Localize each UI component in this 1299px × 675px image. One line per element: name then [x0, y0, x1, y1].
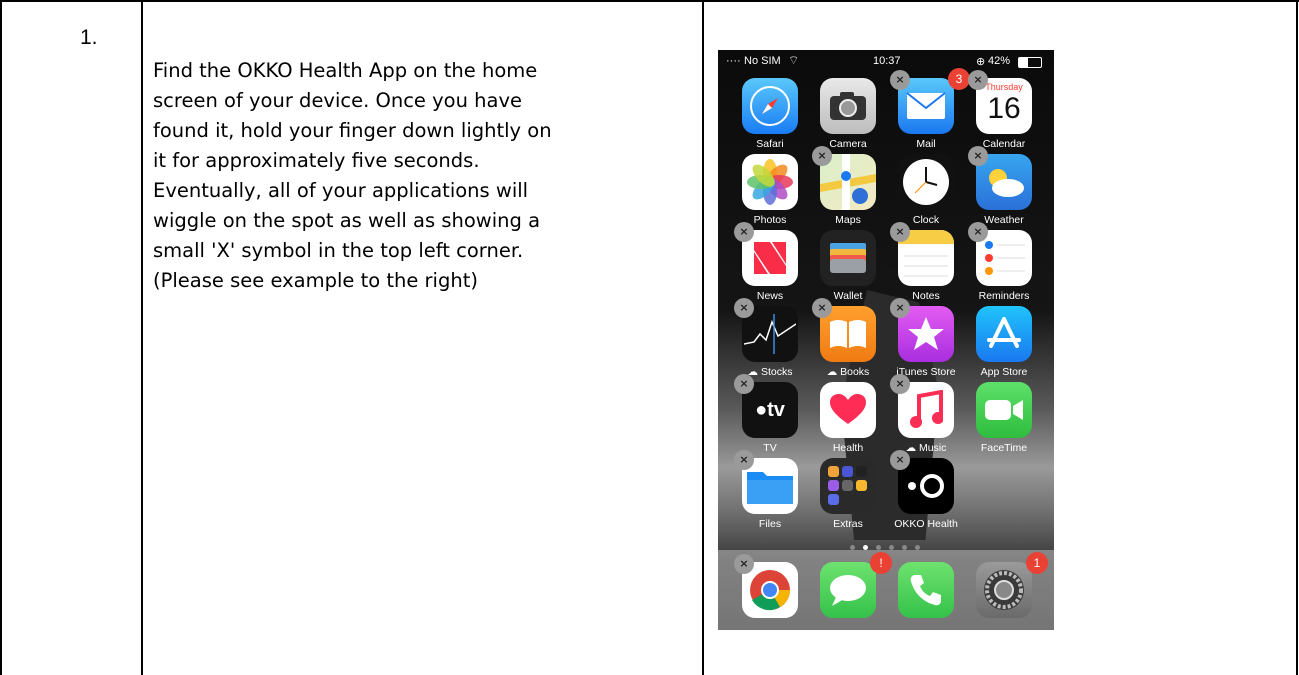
- notification-badge: 1: [1026, 552, 1048, 574]
- app-settings[interactable]: 1: [968, 552, 1048, 626]
- notification-badge: !: [870, 552, 892, 574]
- delete-app-button[interactable]: ×: [734, 222, 754, 242]
- delete-app-button[interactable]: ×: [734, 450, 754, 470]
- safari-icon: [742, 78, 798, 134]
- app-extras-folder[interactable]: Extras: [812, 450, 884, 530]
- column-divider-2: [702, 0, 704, 675]
- extras-folder-icon: [820, 458, 876, 514]
- app-store-icon: [976, 306, 1032, 362]
- app-chrome[interactable]: ×: [734, 554, 806, 626]
- battery-icon: [1018, 57, 1042, 68]
- app-photos[interactable]: Photos: [734, 146, 806, 226]
- facetime-icon: [976, 382, 1032, 438]
- battery-percent: 42%: [988, 55, 1011, 67]
- app-label: FaceTime: [962, 442, 1046, 454]
- app-facetime[interactable]: FaceTime: [968, 374, 1040, 454]
- app-label-text: Files: [758, 518, 782, 530]
- delete-app-button[interactable]: ×: [890, 222, 910, 242]
- app-phone[interactable]: [890, 554, 962, 626]
- delete-app-button[interactable]: ×: [734, 298, 754, 318]
- app-weather[interactable]: × Weather: [968, 146, 1040, 226]
- app-okko-health[interactable]: × OKKO Health: [890, 450, 962, 530]
- app-reminders[interactable]: × Reminders: [968, 222, 1040, 302]
- delete-app-button[interactable]: ×: [890, 374, 910, 394]
- app-label-text: Extras: [833, 518, 863, 530]
- app-notes[interactable]: × Notes: [890, 222, 962, 302]
- wifi-icon: ⌔: [788, 53, 800, 67]
- step-number: 1.: [80, 26, 98, 49]
- phone-screenshot: ···· No SIM ⌔ 10:37 ⊕ 42% Safari Camera × 3…: [718, 50, 1054, 630]
- app-safari[interactable]: Safari: [734, 70, 806, 150]
- clock-icon: [898, 154, 954, 210]
- app-label: OKKO Health: [884, 518, 968, 530]
- table-border-top: [0, 0, 1299, 2]
- delete-app-button[interactable]: ×: [968, 146, 988, 166]
- camera-icon: [820, 78, 876, 134]
- app-label-text: FaceTime: [980, 442, 1028, 454]
- instruction-table: 1. Find the OKKO Health App on the home …: [0, 0, 1299, 675]
- app-books[interactable]: × ☁ Books: [812, 298, 884, 378]
- delete-app-button[interactable]: ×: [890, 298, 910, 318]
- notification-badge: 3: [948, 68, 970, 90]
- delete-app-button[interactable]: ×: [734, 554, 754, 574]
- orientation-lock-icon: ⊕: [976, 56, 986, 68]
- app-clock[interactable]: Clock: [890, 146, 962, 226]
- delete-app-button[interactable]: ×: [812, 146, 832, 166]
- app-news[interactable]: × News: [734, 222, 806, 302]
- status-time: 10:37: [873, 55, 901, 67]
- app-messages[interactable]: !: [812, 552, 892, 626]
- status-bar: ···· No SIM ⌔ 10:37 ⊕ 42%: [718, 50, 1054, 70]
- app-label-text: OKKO Health: [894, 518, 958, 530]
- delete-app-button[interactable]: ×: [812, 298, 832, 318]
- photos-icon: [742, 154, 798, 210]
- delete-app-button[interactable]: ×: [890, 450, 910, 470]
- app-label: Extras: [806, 518, 890, 530]
- health-icon: [820, 382, 876, 438]
- calendar-day: 16: [987, 92, 1021, 125]
- carrier-dots: ····: [726, 55, 741, 67]
- table-border-right: [1296, 0, 1298, 675]
- step-instructions: Find the OKKO Health App on the home scr…: [153, 59, 552, 292]
- carrier: No SIM: [744, 55, 781, 67]
- app-mail[interactable]: × 3 Mail: [890, 68, 970, 150]
- phone-icon: [898, 562, 954, 618]
- messages-icon: [820, 562, 876, 618]
- app-label: Files: [728, 518, 812, 530]
- settings-icon: [976, 562, 1032, 618]
- app-maps[interactable]: × Maps: [812, 146, 884, 226]
- table-border-left: [0, 0, 2, 675]
- app-camera[interactable]: Camera: [812, 70, 884, 150]
- column-divider-1: [141, 0, 143, 675]
- page-dots: [846, 535, 926, 550]
- app-files[interactable]: × Files: [734, 450, 806, 530]
- app-stocks[interactable]: × ☁ Stocks: [734, 298, 806, 378]
- delete-app-button[interactable]: ×: [734, 374, 754, 394]
- app-wallet[interactable]: Wallet: [812, 222, 884, 302]
- app-health[interactable]: Health: [812, 374, 884, 454]
- app-music[interactable]: × ☁ Music: [890, 374, 962, 454]
- app-tv[interactable]: ●tv × TV: [734, 374, 806, 454]
- app-app-store[interactable]: App Store: [968, 298, 1040, 378]
- delete-app-button[interactable]: ×: [968, 70, 988, 90]
- delete-app-button[interactable]: ×: [968, 222, 988, 242]
- app-itunes-store[interactable]: × iTunes Store: [890, 298, 962, 378]
- app-calendar[interactable]: Thursday 16 × Calendar: [968, 70, 1040, 150]
- wallet-icon: [820, 230, 876, 286]
- delete-app-button[interactable]: ×: [890, 70, 910, 90]
